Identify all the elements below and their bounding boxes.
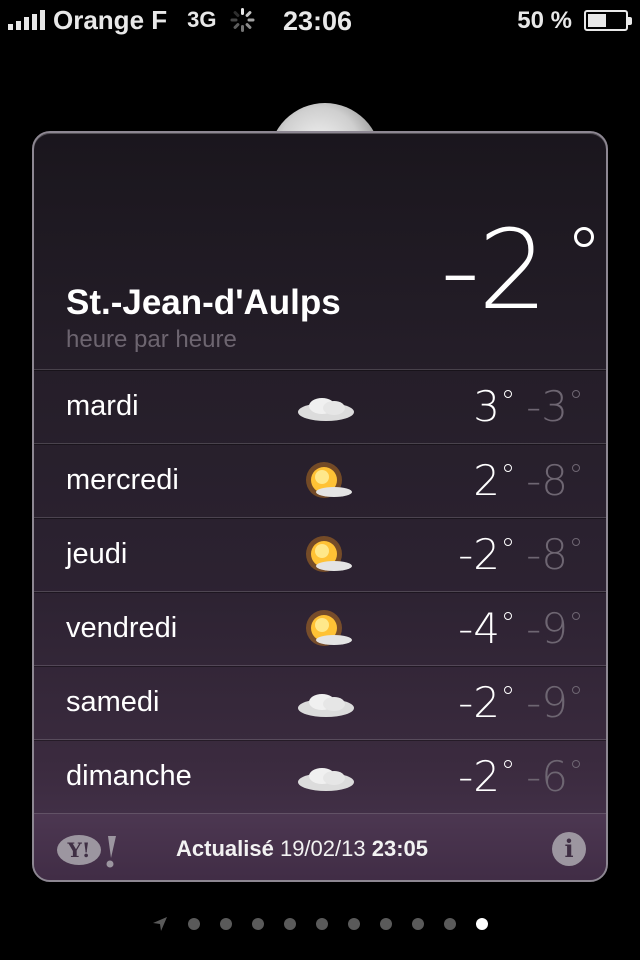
weather-card[interactable]: St.-Jean-d'Aulps heure par heure -2 mard… [32, 131, 608, 882]
forecast-day: mercredi [66, 464, 179, 496]
degree-symbol [504, 464, 512, 472]
cloud-icon [298, 398, 354, 421]
forecast-day: dimanche [66, 760, 192, 792]
degree-symbol [572, 612, 580, 620]
forecast-day: samedi [66, 686, 160, 718]
forecast-low: -8 [526, 530, 568, 579]
page-dot[interactable] [412, 918, 424, 930]
current-conditions: St.-Jean-d'Aulps heure par heure -2 [34, 133, 606, 369]
degree-symbol [504, 390, 512, 398]
page-dot-active[interactable] [476, 918, 488, 930]
cloud-icon [298, 768, 354, 791]
forecast-row: jeudi -2 -8 [34, 517, 606, 591]
degree-symbol [572, 464, 580, 472]
forecast-high: 3 [473, 382, 500, 431]
forecast-low: -6 [526, 752, 568, 801]
degree-symbol [504, 686, 512, 694]
yahoo-logo[interactable]: Y! [56, 832, 122, 868]
city-name: St.-Jean-d'Aulps [66, 283, 341, 322]
degree-symbol [504, 612, 512, 620]
status-bar: Orange F 3G 23:06 50 % [0, 0, 640, 40]
battery-icon [584, 10, 632, 31]
page-dot[interactable] [188, 918, 200, 930]
battery-percent: 50 % [517, 7, 572, 34]
forecast-low: -9 [526, 604, 568, 653]
degree-symbol [504, 760, 512, 768]
forecast-day: mardi [66, 390, 139, 422]
page-indicator[interactable] [0, 912, 640, 936]
network-type: 3G [187, 7, 217, 32]
forecast-high: -4 [458, 604, 500, 653]
page-dot[interactable] [444, 918, 456, 930]
forecast-high: -2 [458, 678, 500, 727]
sun-cloud-icon [306, 536, 352, 572]
forecast-day: jeudi [66, 538, 128, 570]
degree-symbol [572, 760, 580, 768]
info-button[interactable]: i [552, 832, 586, 866]
current-temperature: -2 [440, 206, 548, 334]
forecast-high: -2 [458, 530, 500, 579]
last-updated: Actualisé 19/02/13 23:05 [176, 836, 428, 862]
forecast-low: -3 [526, 382, 568, 431]
carrier-name: Orange F [53, 4, 168, 35]
sun-cloud-icon [306, 610, 352, 646]
page-dot[interactable] [380, 918, 392, 930]
signal-strength-icon [8, 10, 45, 30]
sun-cloud-icon [306, 462, 352, 498]
degree-symbol [572, 390, 580, 398]
location-arrow-icon [153, 917, 167, 931]
page-dot[interactable] [348, 918, 360, 930]
updated-label: Actualisé [176, 836, 274, 861]
forecast-high: -2 [458, 752, 500, 801]
forecast-row: samedi -2 -9 [34, 665, 606, 739]
forecast-high: 2 [473, 456, 500, 505]
updated-date: 19/02/13 [279, 836, 366, 861]
status-clock: 23:06 [283, 6, 353, 36]
page-dot[interactable] [252, 918, 264, 930]
forecast-low: -8 [526, 456, 568, 505]
forecast-low: -9 [526, 678, 568, 727]
degree-symbol [504, 538, 512, 546]
forecast-row: dimanche -2 -6 [34, 739, 606, 813]
card-footer: Y! Actualisé 19/02/13 23:05 i [34, 813, 606, 880]
page-dot[interactable] [220, 918, 232, 930]
network-activity-icon [229, 7, 255, 33]
forecast-day: vendredi [66, 612, 178, 644]
forecast-row: mardi 3 -3 [34, 369, 606, 443]
forecast-row: mercredi 2 -8 [34, 443, 606, 517]
degree-symbol [574, 227, 594, 247]
updated-time: 23:05 [371, 836, 428, 861]
forecast-list: mardi 3 -3 mercredi 2 -8 jeudi -2 -8 ven… [34, 369, 606, 813]
degree-symbol [572, 538, 580, 546]
degree-symbol [572, 686, 580, 694]
cloud-icon [298, 694, 354, 717]
hourly-link[interactable]: heure par heure [66, 326, 237, 354]
forecast-row: vendredi -4 -9 [34, 591, 606, 665]
page-dot[interactable] [284, 918, 296, 930]
yahoo-logo-text: Y! [66, 838, 90, 862]
page-dot[interactable] [316, 918, 328, 930]
